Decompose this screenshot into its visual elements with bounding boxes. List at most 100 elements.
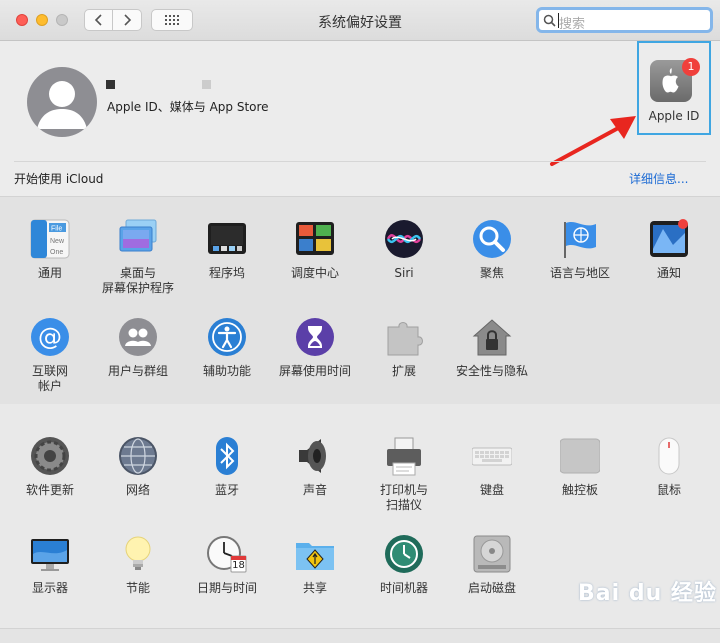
- pref-keyboard[interactable]: 键盘: [449, 436, 535, 498]
- pref-sound[interactable]: 声音: [272, 436, 358, 498]
- mission-control-icon: [295, 219, 335, 259]
- account-subtitle: Apple ID、媒体与 App Store: [107, 100, 269, 114]
- clock-calendar-icon: 18: [207, 534, 247, 574]
- notification-badge: 1: [682, 58, 700, 76]
- pref-label: 鼠标: [656, 483, 681, 497]
- pref-accessibility[interactable]: 辅助功能: [184, 317, 270, 379]
- speaker-icon: [295, 436, 335, 476]
- pref-label: 软件更新: [25, 483, 74, 497]
- pref-label: 互联网 帐户: [31, 364, 68, 393]
- svg-text:@: @: [38, 323, 62, 351]
- search-placeholder: 搜索: [559, 17, 586, 32]
- pref-internet-accounts[interactable]: @ 互联网 帐户: [7, 317, 93, 394]
- pref-label: 启动磁盘: [467, 581, 516, 595]
- pref-label: 扩展: [391, 364, 416, 378]
- calendar-day: 18: [232, 560, 245, 571]
- pref-label: 聚焦: [479, 266, 504, 280]
- pref-extensions[interactable]: 扩展: [361, 317, 447, 379]
- dock-icon: [207, 219, 247, 259]
- gear-update-icon: [30, 436, 70, 476]
- display-icon: [30, 534, 70, 574]
- spotlight-icon: [472, 219, 512, 259]
- pref-time-machine[interactable]: 时间机器: [361, 534, 447, 596]
- pref-spotlight[interactable]: 聚焦: [449, 219, 535, 281]
- apple-id-pref[interactable]: 1 Apple ID: [637, 41, 711, 135]
- time-machine-icon: [384, 534, 424, 574]
- search-icon: [543, 14, 556, 27]
- pref-label: 桌面与 屏幕保护程序: [101, 266, 174, 295]
- desktop-icon: [118, 219, 158, 259]
- hourglass-icon: [295, 317, 335, 357]
- icloud-prompt: 开始使用 iCloud: [14, 172, 104, 186]
- pref-security-privacy[interactable]: 安全性与隐私: [449, 317, 535, 379]
- disk-icon: [472, 534, 512, 574]
- pref-label: 蓝牙: [214, 483, 239, 497]
- pref-printers-scanners[interactable]: 打印机与 扫描仪: [361, 436, 447, 513]
- globe-flag-icon: [560, 219, 600, 259]
- pref-label: 时间机器: [379, 581, 428, 595]
- user-silhouette-icon: [37, 81, 87, 129]
- window-titlebar: 系统偏好设置 搜索: [0, 0, 720, 41]
- pref-trackpad[interactable]: 触控板: [537, 436, 623, 498]
- pref-screen-time[interactable]: 屏幕使用时间: [272, 317, 358, 379]
- pref-label: 辅助功能: [202, 364, 251, 378]
- pref-label: 语言与地区: [549, 266, 610, 280]
- avatar[interactable]: [27, 67, 97, 137]
- sharing-folder-icon: [295, 534, 335, 574]
- pref-general[interactable]: File New One 通用: [7, 219, 93, 281]
- pref-label: 触控板: [561, 483, 598, 497]
- pref-label: 屏幕使用时间: [278, 364, 351, 378]
- pref-dock[interactable]: 程序坞: [184, 219, 270, 281]
- pref-siri[interactable]: Siri: [361, 219, 447, 281]
- pref-label: 节能: [125, 581, 150, 595]
- pref-network[interactable]: 网络: [95, 436, 181, 498]
- general-icon: File New One: [30, 219, 70, 259]
- pref-label: 日期与时间: [196, 581, 257, 595]
- pref-displays[interactable]: 显示器: [7, 534, 93, 596]
- pref-sharing[interactable]: 共享: [272, 534, 358, 596]
- window-bottom-edge: [0, 629, 720, 643]
- at-icon: @: [30, 317, 70, 357]
- keyboard-icon: [471, 436, 513, 476]
- pref-mouse[interactable]: 鼠标: [626, 436, 712, 498]
- lightbulb-icon: [118, 534, 158, 574]
- pref-label: 程序坞: [208, 266, 245, 280]
- trackpad-icon: [559, 436, 601, 476]
- puzzle-icon: [384, 317, 424, 357]
- pref-label: 安全性与隐私: [455, 364, 528, 378]
- baidu-watermark: Bai du 经验: [578, 581, 717, 606]
- mouse-icon: [649, 436, 689, 476]
- pref-label: 声音: [302, 483, 327, 497]
- pref-label: 通知: [656, 266, 681, 280]
- pref-desktop-screensaver[interactable]: 桌面与 屏幕保护程序: [95, 219, 181, 296]
- pref-label: 显示器: [31, 581, 68, 595]
- pref-bluetooth[interactable]: 蓝牙: [184, 436, 270, 498]
- pref-label: 打印机与 扫描仪: [379, 483, 428, 512]
- pref-label: 键盘: [479, 483, 504, 497]
- pref-label: 共享: [302, 581, 327, 595]
- redacted-name-mark: [106, 80, 115, 89]
- pref-language-region[interactable]: 语言与地区: [537, 219, 623, 281]
- personal-prefs-panel: File New One 通用 桌面与 屏幕保护程序 程序坞 调度中心 Siri…: [0, 196, 720, 405]
- redacted-name-mark: [202, 80, 211, 89]
- search-field[interactable]: 搜索: [536, 7, 713, 33]
- pref-label: 用户与群组: [107, 364, 168, 378]
- bluetooth-icon: [207, 436, 247, 476]
- divider: [14, 161, 706, 162]
- users-icon: [118, 317, 158, 357]
- svg-text:File: File: [51, 226, 62, 233]
- pref-label: 调度中心: [290, 266, 339, 280]
- svg-text:One: One: [50, 249, 63, 256]
- pref-users-groups[interactable]: 用户与群组: [95, 317, 181, 379]
- pref-software-update[interactable]: 软件更新: [7, 436, 93, 498]
- pref-label: Siri: [394, 266, 414, 280]
- pref-energy-saver[interactable]: 节能: [95, 534, 181, 596]
- details-link[interactable]: 详细信息...: [629, 170, 688, 187]
- pref-startup-disk[interactable]: 启动磁盘: [449, 534, 535, 596]
- printer-icon: [384, 436, 424, 476]
- pref-date-time[interactable]: 18 日期与时间: [184, 534, 270, 596]
- pref-mission-control[interactable]: 调度中心: [272, 219, 358, 281]
- pref-notifications[interactable]: 通知: [626, 219, 712, 281]
- siri-icon: [384, 219, 424, 259]
- house-lock-icon: [472, 317, 512, 357]
